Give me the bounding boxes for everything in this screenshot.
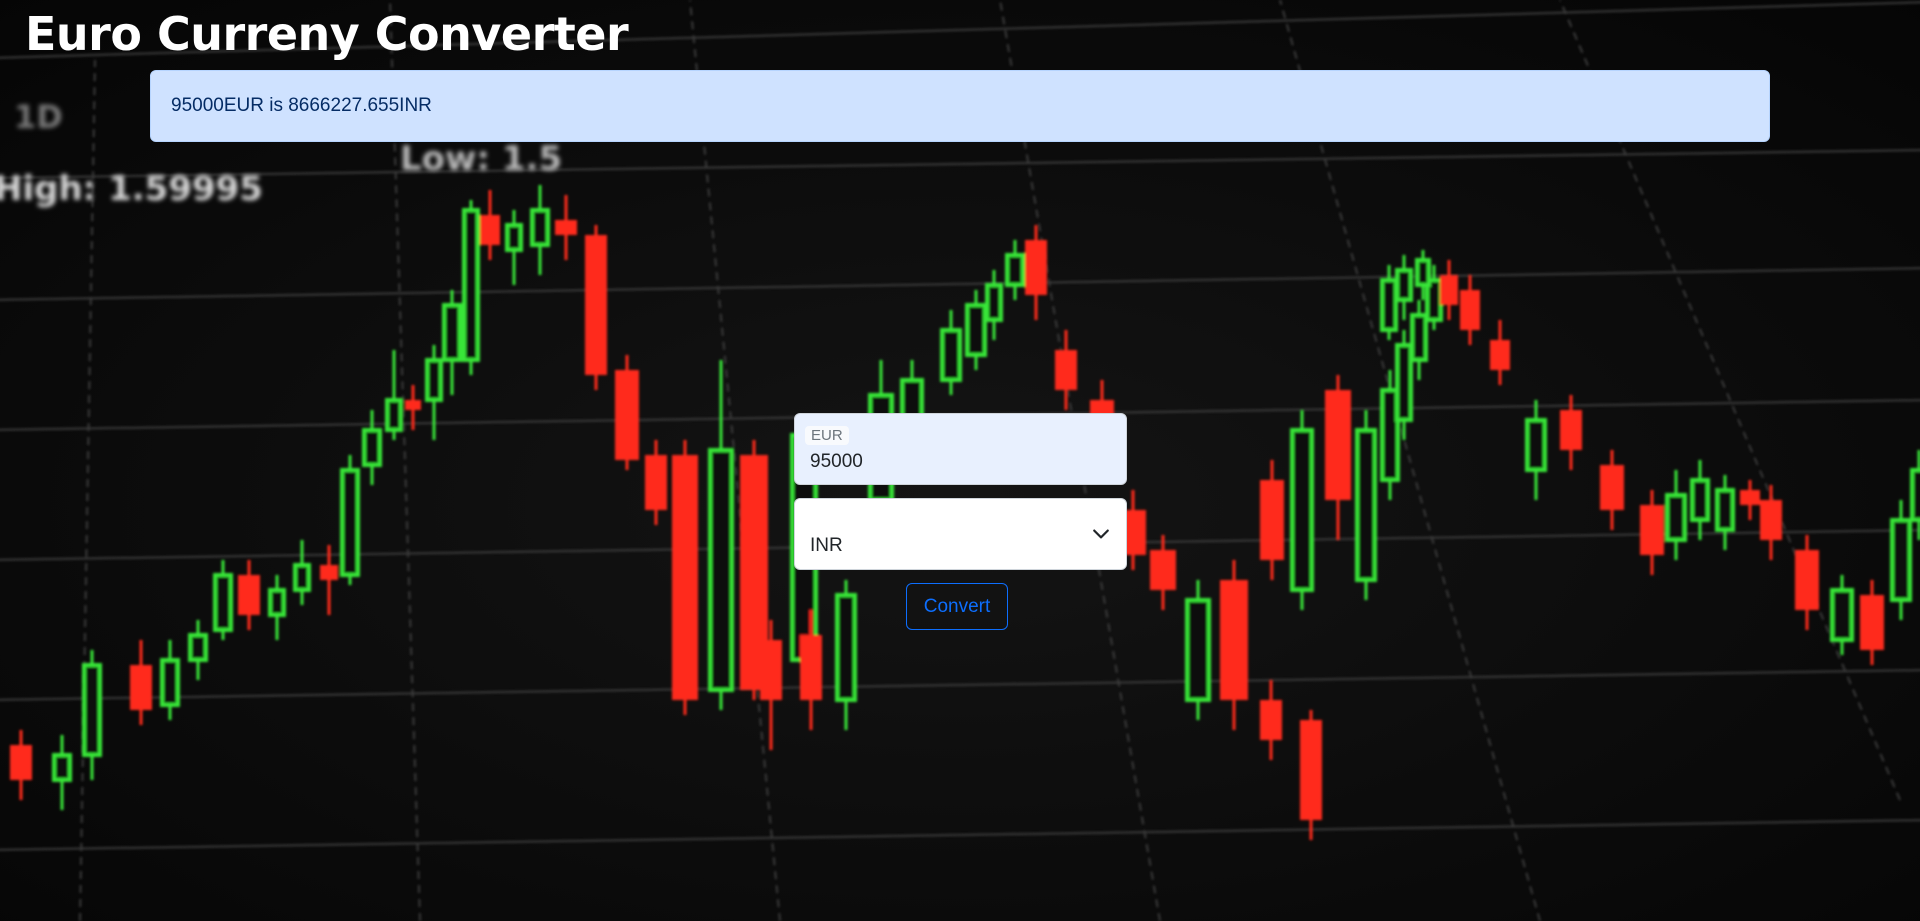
candle-body-up (1290, 428, 1314, 592)
candle-body-down (1860, 595, 1884, 650)
candle-body-down (1460, 290, 1480, 330)
chart-high-label: High: 1.59995 (0, 169, 263, 209)
candle-body-down (238, 575, 260, 615)
candle-body-down (1640, 505, 1664, 555)
candle-body-down (555, 220, 577, 235)
target-currency-select[interactable]: INR (794, 498, 1127, 570)
candle-body-up (340, 468, 360, 577)
candle-body-down (1220, 580, 1248, 700)
candle-body-down (1760, 500, 1782, 540)
converter-form: EUR INR Convert (794, 413, 1127, 630)
candle-body-up (1910, 468, 1920, 522)
page-title: Euro Curreny Converter (25, 7, 629, 61)
candle-body-down (320, 565, 338, 580)
candle-body-down (405, 400, 421, 410)
candle-body-up (1380, 278, 1398, 332)
candle-body-down (480, 215, 500, 245)
candle-body-up (160, 658, 180, 707)
candle-body-up (1355, 428, 1377, 582)
candle-body-up (462, 208, 480, 362)
candle-body-down (1325, 390, 1351, 500)
chart-period-label: 1D (14, 98, 63, 136)
candle-body-down (130, 665, 152, 710)
candle-body-up (1185, 598, 1211, 702)
candle-body-up (213, 573, 233, 632)
candle-body-up (940, 328, 962, 382)
candle-body-up (1395, 268, 1413, 302)
target-currency-value: INR (810, 535, 843, 556)
candle-body-up (1395, 343, 1413, 422)
candle-body-up (1715, 488, 1735, 532)
candle-body-down (1260, 480, 1284, 560)
chevron-down-icon (1093, 529, 1109, 539)
candle-body-up (362, 428, 382, 467)
candle-body-up (965, 303, 987, 357)
candle-body-down (585, 235, 607, 375)
candle-body-up (268, 588, 286, 617)
candle-body-down (1560, 410, 1582, 450)
candle-body-up (1005, 253, 1025, 287)
convert-button[interactable]: Convert (906, 583, 1008, 630)
candle-body-down (672, 455, 698, 700)
candle-body-down (1260, 700, 1282, 740)
candle-body-down (1150, 550, 1176, 590)
candle-body-up (1690, 478, 1710, 522)
candle-body-down (1600, 465, 1624, 510)
conversion-result-text: 95000EUR is 8666227.655INR (171, 95, 432, 116)
candle-body-up (1415, 258, 1431, 287)
candle-body-up (1525, 418, 1547, 472)
chart-low-label: Low: 1.5 (400, 139, 562, 179)
amount-field[interactable]: EUR (794, 413, 1127, 485)
candle-body-up (1410, 313, 1428, 362)
candle-body-down (10, 745, 32, 780)
candle-body-up (293, 563, 311, 592)
candle-body-up (1890, 518, 1912, 602)
candle-body-down (1490, 340, 1510, 370)
candle-body-down (800, 635, 822, 700)
conversion-result-alert: 95000EUR is 8666227.655INR (150, 70, 1770, 142)
candle-body-up (385, 398, 403, 432)
candle-body-up (708, 448, 734, 692)
candle-body-up (442, 303, 462, 362)
candle-body-down (1795, 550, 1819, 610)
candle-body-down (645, 455, 667, 510)
candle-body-down (1025, 240, 1047, 295)
candle-body-up (425, 358, 443, 402)
candle-body-down (1440, 275, 1458, 305)
candle-body-up (82, 663, 102, 757)
candle-body-up (1830, 588, 1854, 642)
candle-body-down (1055, 350, 1077, 390)
candle-body-down (760, 640, 782, 700)
candle-body-up (505, 223, 523, 252)
candle-body-up (985, 283, 1003, 322)
candle-body-down (615, 370, 639, 460)
candle-body-down (1740, 490, 1760, 505)
amount-input[interactable] (795, 442, 1126, 482)
candle-body-up (1665, 493, 1687, 542)
candle-body-up (835, 593, 857, 702)
candle-body-up (530, 208, 550, 247)
candle-body-up (52, 753, 72, 782)
candle-body-up (188, 633, 208, 662)
candle-body-down (1300, 720, 1322, 820)
